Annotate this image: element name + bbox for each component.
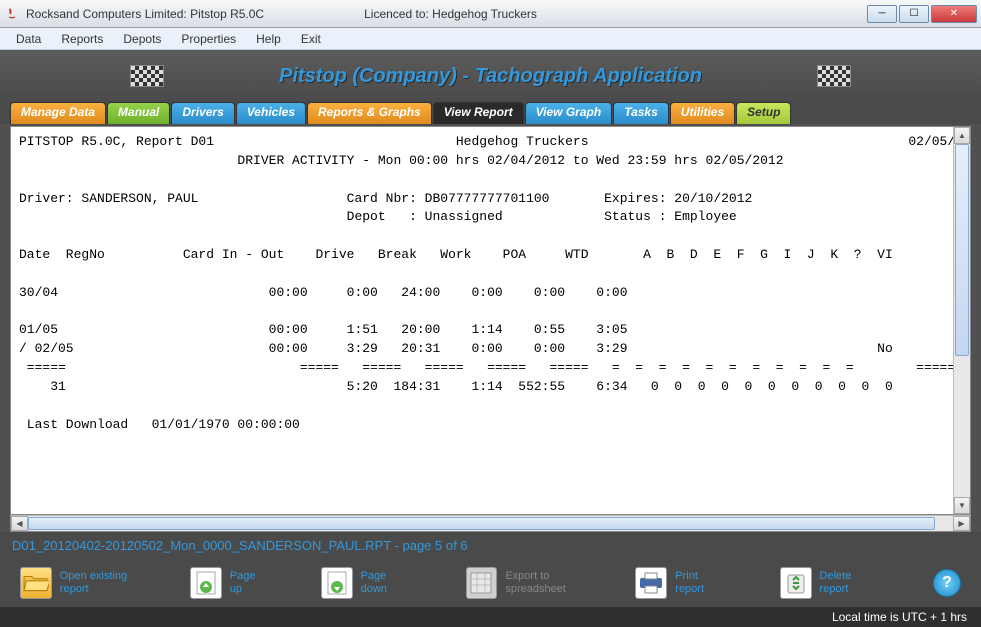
tab-reports-graphs[interactable]: Reports & Graphs: [307, 102, 432, 124]
toolbar: Open existing report Page up Page down E…: [0, 559, 981, 607]
java-icon: [4, 6, 20, 22]
help-button[interactable]: ?: [933, 569, 961, 597]
tab-drivers[interactable]: Drivers: [171, 102, 234, 124]
titlebar: Rocksand Computers Limited: Pitstop R5.0…: [0, 0, 981, 28]
scroll-thumb[interactable]: [955, 144, 969, 356]
menu-data[interactable]: Data: [6, 30, 51, 48]
page-down-button[interactable]: Page down: [321, 567, 416, 599]
open-report-button[interactable]: Open existing report: [20, 567, 140, 599]
report-text: PITSTOP R5.0C, Report D01 Hedgehog Truck…: [11, 127, 953, 514]
spreadsheet-icon: [466, 567, 498, 599]
export-spreadsheet-button[interactable]: Export to spreadsheet: [466, 567, 586, 599]
page-down-icon: [321, 567, 353, 599]
close-button[interactable]: ✕: [931, 5, 977, 23]
tab-view-report[interactable]: View Report: [433, 102, 524, 124]
minimize-button[interactable]: ─: [867, 5, 897, 23]
menu-depots[interactable]: Depots: [113, 30, 171, 48]
open-report-label: Open existing report: [60, 570, 140, 596]
page-up-label: Page up: [230, 570, 271, 596]
flag-icon: [130, 65, 164, 87]
licence-text: Licenced to: Hedgehog Truckers: [364, 7, 537, 21]
print-label: Print report: [675, 570, 729, 596]
app-title: Pitstop (Company) - Tachograph Applicati…: [279, 65, 702, 88]
scroll-up-arrow-icon[interactable]: ▲: [954, 127, 970, 144]
scroll-thumb[interactable]: [28, 517, 935, 530]
menu-reports[interactable]: Reports: [51, 30, 113, 48]
tab-tasks[interactable]: Tasks: [613, 102, 669, 124]
report-viewport: PITSTOP R5.0C, Report D01 Hedgehog Truck…: [10, 126, 971, 515]
scroll-left-arrow-icon[interactable]: ◀: [11, 516, 28, 531]
tab-view-graph[interactable]: View Graph: [525, 102, 613, 124]
flag-icon: [817, 65, 851, 87]
menu-help[interactable]: Help: [246, 30, 291, 48]
app-header: Pitstop (Company) - Tachograph Applicati…: [0, 50, 981, 102]
horizontal-scrollbar[interactable]: ◀ ▶: [10, 515, 971, 532]
vertical-scrollbar[interactable]: ▲ ▼: [953, 127, 970, 514]
folder-open-icon: [20, 567, 52, 599]
footer-status: Local time is UTC + 1 hrs: [0, 607, 981, 627]
menu-exit[interactable]: Exit: [291, 30, 331, 48]
status-filename: D01_20120402-20120502_Mon_0000_SANDERSON…: [0, 532, 981, 559]
delete-report-button[interactable]: Delete report: [780, 567, 883, 599]
tab-manual[interactable]: Manual: [107, 102, 170, 124]
menu-properties[interactable]: Properties: [171, 30, 246, 48]
page-up-icon: [190, 567, 222, 599]
scroll-down-arrow-icon[interactable]: ▼: [954, 497, 970, 514]
printer-icon: [635, 567, 667, 599]
delete-label: Delete report: [820, 570, 883, 596]
tab-setup[interactable]: Setup: [736, 102, 791, 124]
maximize-button[interactable]: ☐: [899, 5, 929, 23]
recycle-icon: [780, 567, 812, 599]
page-up-button[interactable]: Page up: [190, 567, 271, 599]
tab-bar: Manage Data Manual Drivers Vehicles Repo…: [0, 102, 981, 124]
tab-manage-data[interactable]: Manage Data: [10, 102, 106, 124]
page-down-label: Page down: [361, 570, 416, 596]
export-label: Export to spreadsheet: [505, 570, 585, 596]
tab-vehicles[interactable]: Vehicles: [236, 102, 306, 124]
print-report-button[interactable]: Print report: [635, 567, 729, 599]
scroll-right-arrow-icon[interactable]: ▶: [953, 516, 970, 531]
window-title: Rocksand Computers Limited: Pitstop R5.0…: [26, 7, 264, 21]
tab-utilities[interactable]: Utilities: [670, 102, 735, 124]
help-icon: ?: [942, 574, 952, 592]
menubar: Data Reports Depots Properties Help Exit: [0, 28, 981, 50]
